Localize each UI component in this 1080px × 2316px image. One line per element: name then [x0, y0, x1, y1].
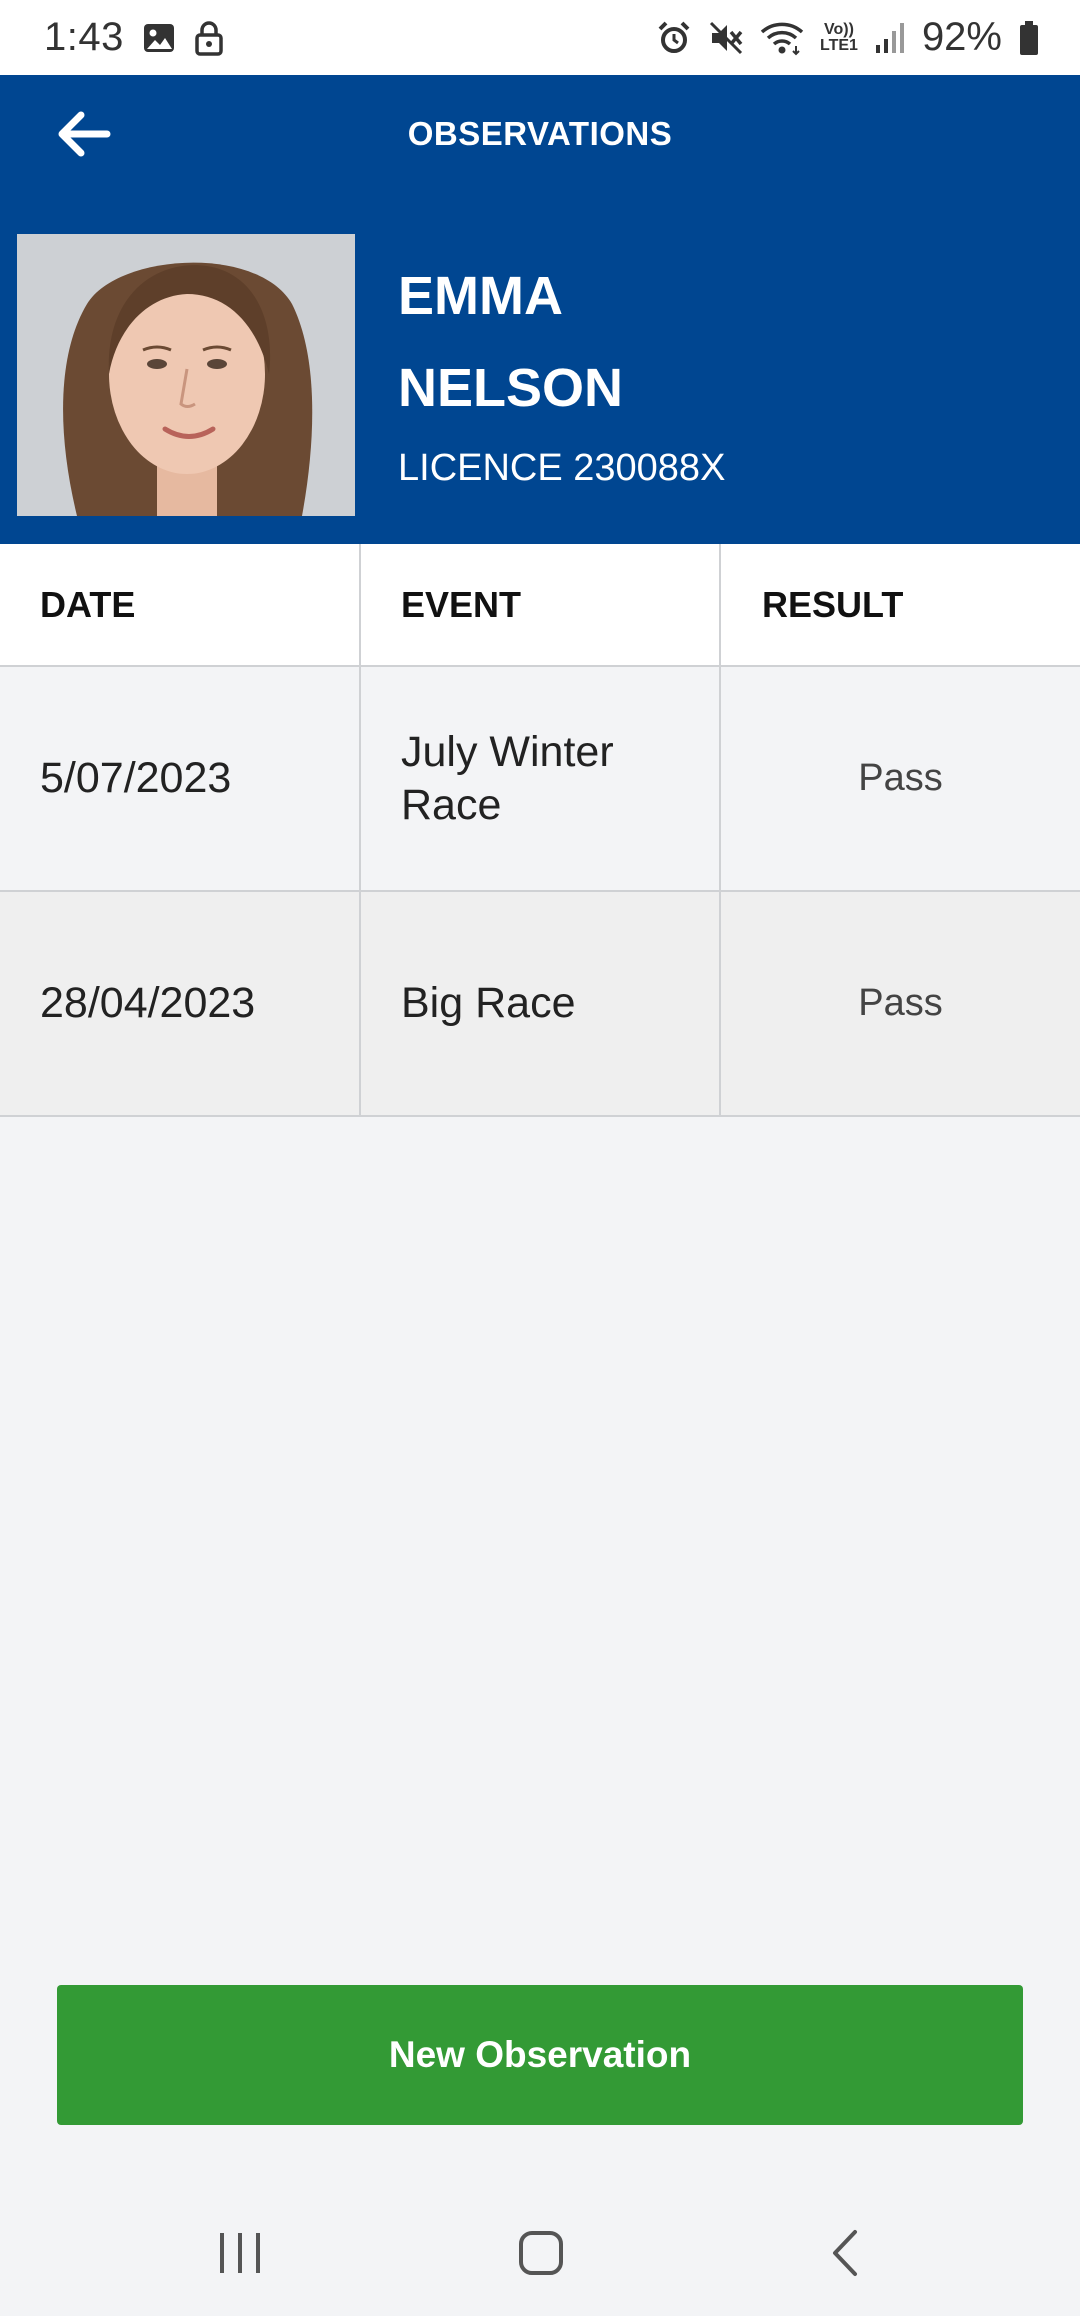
profile-photo	[17, 234, 355, 516]
alarm-icon	[656, 20, 692, 56]
nav-back-button[interactable]	[805, 2218, 885, 2288]
signal-icon	[874, 21, 906, 55]
event-cell: Big Race	[361, 892, 721, 1115]
header-event-cell: EVENT	[361, 544, 721, 665]
volte-icon: Vo)) LTE1	[820, 20, 858, 54]
row-event: Big Race	[401, 979, 576, 1028]
top-bar: OBSERVATIONS	[0, 75, 1080, 193]
status-left: 1:43	[44, 15, 224, 60]
header-date: DATE	[40, 583, 136, 625]
new-observation-button[interactable]: New Observation	[57, 1985, 1023, 2125]
mute-icon	[708, 20, 744, 56]
table-row[interactable]: 5/07/2023 July Winter Race Pass	[0, 667, 1080, 892]
status-bar: 1:43 Vo)) LTE1 92%	[0, 0, 1080, 75]
date-cell: 5/07/2023	[0, 667, 361, 890]
row-date: 5/07/2023	[40, 754, 232, 802]
page-title: OBSERVATIONS	[407, 115, 673, 152]
header-result-cell: RESULT	[721, 544, 1080, 665]
back-icon	[833, 2230, 857, 2276]
date-cell: 28/04/2023	[0, 892, 361, 1115]
lock-icon	[194, 20, 224, 56]
table-row[interactable]: 28/04/2023 Big Race Pass	[0, 892, 1080, 1117]
app-header: OBSERVATIONS EMMA NELSON LICENCE 230088X	[0, 75, 1080, 544]
row-date: 28/04/2023	[40, 979, 256, 1027]
recents-button[interactable]	[200, 2218, 280, 2288]
volte-bottom-label: LTE1	[820, 36, 858, 54]
event-cell: July Winter Race	[361, 667, 721, 890]
header-result: RESULT	[762, 583, 904, 625]
battery-percent: 92%	[921, 15, 1002, 59]
status-time: 1:43	[44, 15, 124, 59]
battery-icon	[1018, 20, 1040, 56]
row-event: July Winter Race	[401, 728, 614, 829]
header-date-cell: DATE	[0, 544, 361, 665]
last-name: NELSON	[398, 358, 624, 418]
status-right: Vo)) LTE1 92%	[656, 15, 1040, 60]
image-icon	[142, 21, 176, 55]
recents-icon	[220, 2233, 260, 2273]
licence-number: LICENCE 230088X	[398, 447, 726, 489]
wifi-icon	[760, 20, 804, 56]
system-nav-bar	[0, 2190, 1080, 2316]
first-name: EMMA	[398, 266, 563, 326]
row-result: Pass	[858, 982, 943, 1024]
home-button[interactable]	[501, 2218, 581, 2288]
volte-top-label: Vo))	[824, 20, 854, 38]
row-result: Pass	[858, 757, 943, 799]
home-icon	[519, 2231, 563, 2275]
result-cell: Pass	[721, 667, 1080, 890]
table-header-row: DATE EVENT RESULT	[0, 544, 1080, 667]
observations-table: DATE EVENT RESULT 5/07/2023 July Winter …	[0, 544, 1080, 1117]
header-event: EVENT	[401, 583, 522, 625]
result-cell: Pass	[721, 892, 1080, 1115]
